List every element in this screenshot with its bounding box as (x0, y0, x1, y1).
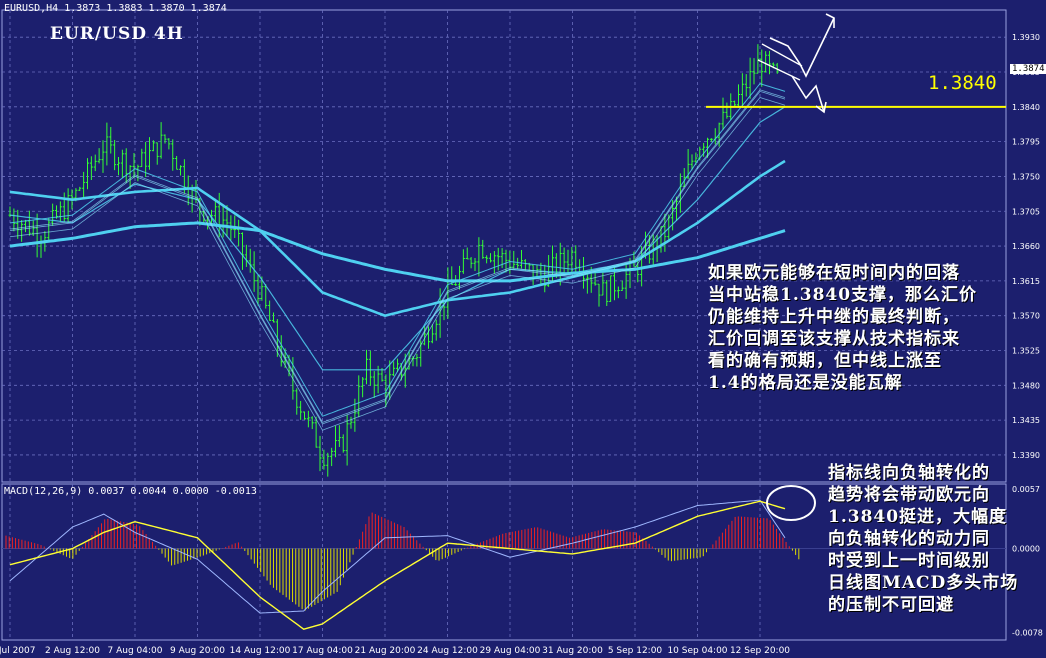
price-tick-label: 1.3435 (1012, 416, 1040, 425)
time-tick-label: 9 Aug 20:00 (170, 646, 225, 656)
price-tick-label: 1.3390 (1012, 451, 1040, 460)
time-tick-label: 12 Sep 20:00 (730, 646, 790, 656)
time-tick-label: 21 Aug 20:00 (355, 646, 416, 656)
time-tick-label: 30 Jul 2007 (0, 646, 35, 656)
pair-title: EUR/USD 4H (50, 24, 184, 44)
macd-circle-marker (766, 485, 816, 521)
support-level-label: 1.3840 (928, 72, 997, 94)
time-tick-label: 14 Aug 12:00 (230, 646, 291, 656)
ma-ribbon-line (9, 89, 786, 423)
current-price-tag: 1.3874 (1010, 64, 1046, 74)
price-tick-label: 1.3795 (1012, 138, 1040, 147)
price-tick-label: 1.3930 (1012, 33, 1040, 42)
price-tick-label: 1.3750 (1012, 172, 1040, 181)
symbol-line: EURUSD,H4 1.3873 1.3883 1.3870 1.3874 (4, 3, 227, 14)
arrow-up (769, 17, 835, 78)
time-tick-label: 24 Aug 12:00 (417, 646, 478, 656)
time-tick-label: 5 Sep 12:00 (608, 646, 663, 656)
price-tick-label: 1.3480 (1012, 381, 1040, 390)
annotation-macd: 指标线向负轴转化的 趋势将会带动欧元向 1.3840挺进，大幅度 向负轴转化的动… (828, 463, 1019, 615)
channel-line-bottom (757, 59, 801, 81)
price-tick-label: 1.3570 (1012, 312, 1040, 321)
time-tick-label: 10 Sep 04:00 (667, 646, 727, 656)
time-tick-label: 17 Aug 04:00 (292, 646, 353, 656)
price-tick-label: 1.3615 (1012, 277, 1040, 286)
macd-signal-line (9, 500, 786, 630)
time-tick-label: 29 Aug 04:00 (480, 646, 541, 656)
price-tick-label: 1.3840 (1012, 103, 1040, 112)
time-tick-label: 31 Aug 20:00 (542, 646, 603, 656)
price-tick-label: 1.3660 (1012, 242, 1040, 251)
price-tick-label: 1.3525 (1012, 346, 1040, 355)
annotation-price: 如果欧元能够在短时间内的回落 当中站稳1.3840支撑，那么汇价 仍能维持上升中… (708, 263, 978, 393)
chart-window: 30 Jul 2007 2 Aug 12:00 7 Aug 04:00 9 Aug 2… (0, 0, 1046, 658)
time-tick-label: 7 Aug 04:00 (108, 646, 163, 656)
macd-label: MACD(12,26,9) 0.0037 0.0044 0.0000 -0.00… (4, 486, 257, 497)
macd-tick-label: -0.0078 (1012, 628, 1043, 637)
price-tick-label: 1.3705 (1012, 207, 1040, 216)
time-tick-label: 2 Aug 12:00 (45, 646, 100, 656)
